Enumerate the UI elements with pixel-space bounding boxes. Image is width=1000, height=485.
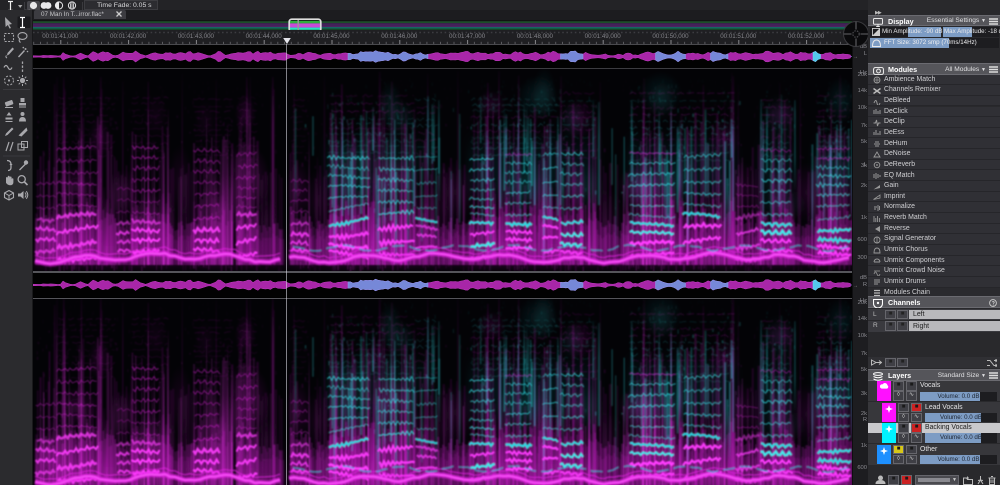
svg-text:00:01:47,000: 00:01:47,000 [449,33,486,40]
svg-text:00:01:50,000: 00:01:50,000 [652,33,689,40]
svg-text:00:01:51,000: 00:01:51,000 [720,33,757,40]
svg-text:00:01:41,000: 00:01:41,000 [42,33,79,40]
svg-text:00:01:52,000: 00:01:52,000 [788,33,825,40]
svg-text:00:01:42,000: 00:01:42,000 [110,33,147,40]
svg-text:00:01:43,000: 00:01:43,000 [178,33,215,40]
svg-text:00:01:48,000: 00:01:48,000 [517,33,554,40]
svg-text:00:01:49,000: 00:01:49,000 [585,33,622,40]
svg-text:00:01:44,000: 00:01:44,000 [246,33,283,40]
svg-text:00:01:46,000: 00:01:46,000 [381,33,418,40]
svg-text:00:01:45,000: 00:01:45,000 [313,33,350,40]
